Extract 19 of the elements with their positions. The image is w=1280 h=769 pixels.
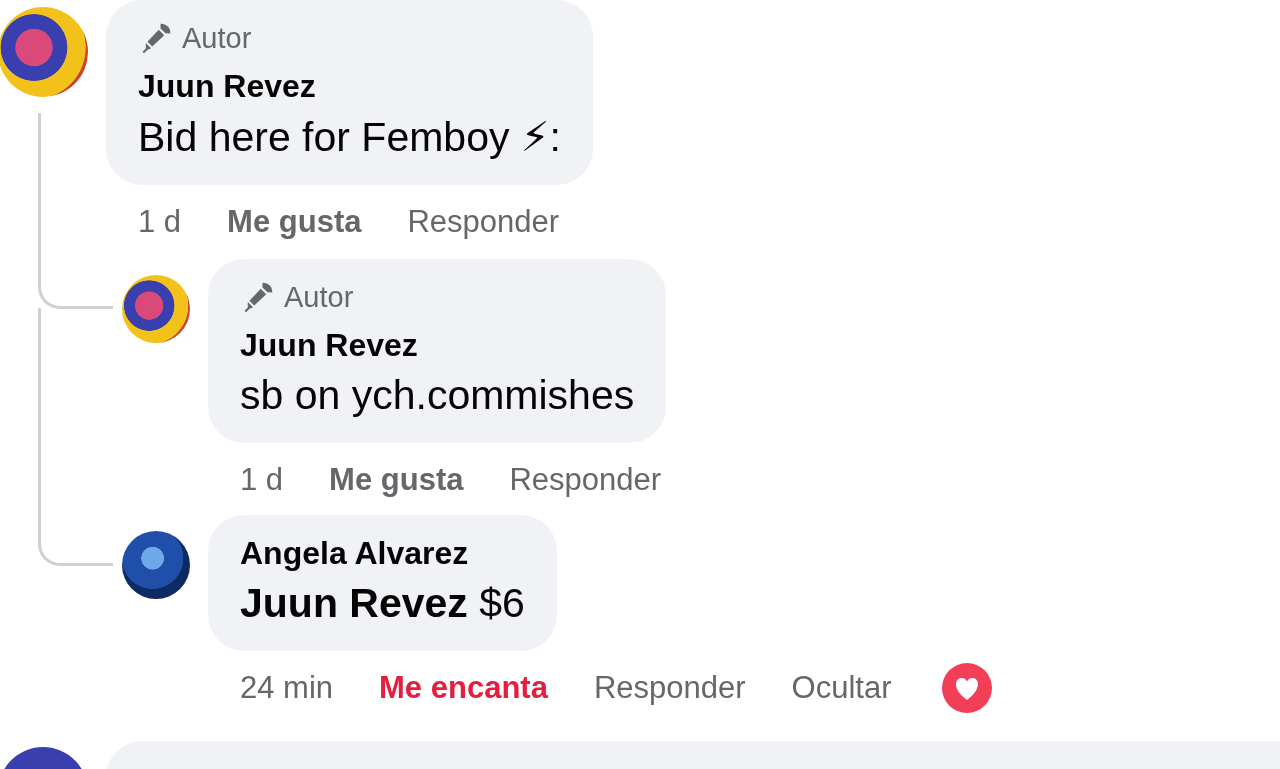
comment-time[interactable]: 1 d (240, 462, 284, 498)
commenter-name[interactable]: Juun Revez (138, 68, 316, 105)
comment-text: sb on ych.commishes (240, 372, 635, 419)
reaction-link[interactable]: Me encanta (379, 670, 548, 706)
author-label: Autor (284, 280, 354, 314)
reaction-link[interactable]: Me gusta (329, 462, 464, 498)
comment-time[interactable]: 1 d (138, 204, 182, 240)
heart-reaction-icon (941, 662, 994, 714)
reaction-link[interactable]: Me gusta (227, 204, 362, 240)
action-link[interactable]: Responder (593, 670, 746, 706)
commenter-name[interactable]: Angela Alvarez (240, 535, 469, 572)
action-link[interactable]: Ocultar (791, 670, 892, 706)
author-label: Autor (182, 21, 252, 55)
comment-text: Juun Revez $6 (240, 580, 525, 627)
comment-time[interactable]: 24 min (240, 670, 334, 706)
action-link[interactable]: Responder (509, 462, 662, 498)
commenter-name[interactable]: Juun Revez (240, 327, 418, 364)
action-link[interactable]: Responder (407, 204, 560, 240)
comment-text: Bid here for Femboy ⚡: (138, 113, 561, 161)
